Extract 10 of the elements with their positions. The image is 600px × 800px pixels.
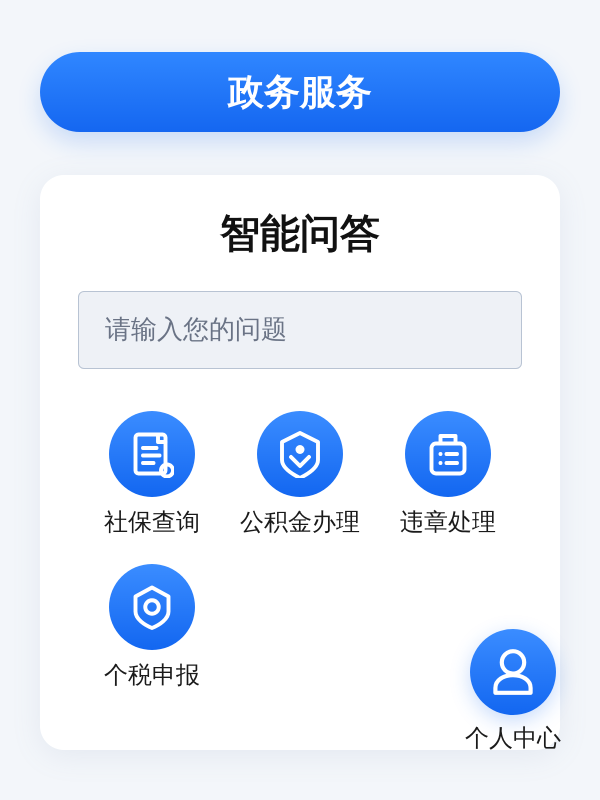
service-label: 违章处理 [400,507,496,537]
profile-label: 个人中心 [465,723,561,753]
service-label: 个税申报 [104,660,200,690]
service-label: 公积金办理 [240,507,360,537]
card-title: 智能问答 [218,210,381,258]
title-banner: 政务服务 [40,52,560,132]
shield-icon [278,430,322,478]
search-field[interactable]: 请输入您的问题 [78,291,522,369]
service-label: 社保查询 [104,507,200,537]
person-icon [491,648,535,696]
